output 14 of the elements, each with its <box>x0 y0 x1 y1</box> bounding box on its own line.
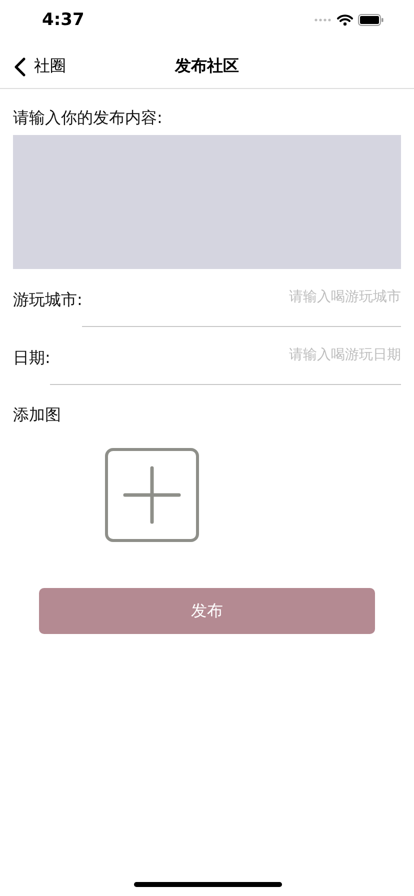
nav-title: 发布社区 <box>175 56 239 76</box>
chevron-left-icon <box>14 56 26 76</box>
add-image-button[interactable] <box>105 448 199 542</box>
plus-icon <box>122 465 182 525</box>
signal-icon <box>314 18 332 22</box>
battery-icon <box>358 14 384 26</box>
wifi-icon <box>337 14 353 26</box>
add-image-label: 添加图 <box>13 405 62 426</box>
content-input-field[interactable] <box>13 135 401 269</box>
status-time: 4:37 <box>42 10 84 30</box>
field-label: 游玩城市: <box>13 290 82 310</box>
field-label: 日期: <box>13 348 50 368</box>
content-label: 请输入你的发布内容: <box>13 108 164 129</box>
back-button[interactable]: 社圈 <box>12 52 68 81</box>
